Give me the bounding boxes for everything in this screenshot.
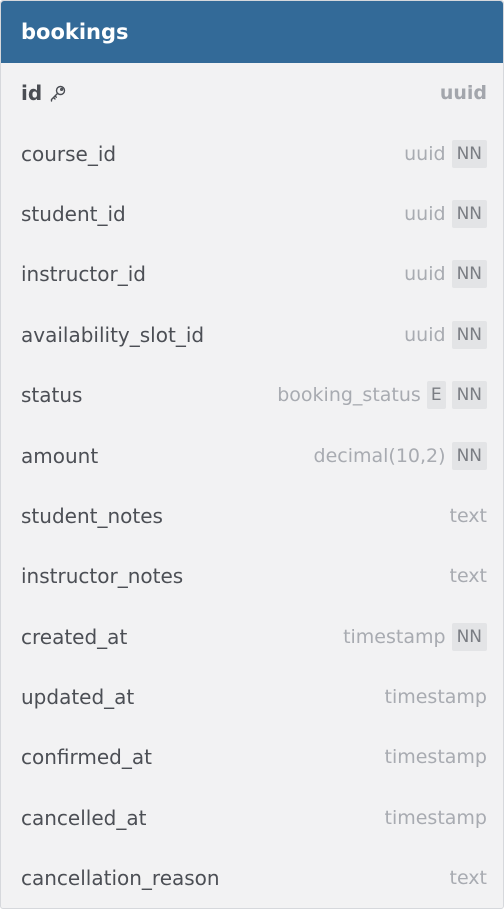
not-null-badge: NN — [451, 139, 487, 168]
column-name: availability_slot_id — [21, 322, 205, 347]
column-type: timestamp — [384, 806, 488, 829]
column-name-cell: amount — [21, 444, 98, 468]
column-name-cell: instructor_notes — [21, 564, 183, 588]
column-row-updated-at[interactable]: updated_at timestamp — [1, 667, 503, 727]
column-row-cancellation-reason[interactable]: cancellation_reason text — [1, 848, 503, 908]
not-null-badge: NN — [451, 622, 487, 651]
not-null-badge: NN — [451, 320, 487, 349]
table-header[interactable]: bookings — [1, 1, 503, 63]
column-meta: timestamp — [385, 686, 488, 708]
column-name: course_id — [21, 141, 117, 166]
column-name-cell: instructor_id — [21, 262, 146, 286]
column-row-instructor-notes[interactable]: instructor_notes text — [1, 546, 503, 606]
column-type: timestamp — [343, 625, 446, 648]
column-meta: uuid NN — [404, 320, 487, 349]
column-name: confirmed_at — [21, 745, 152, 770]
column-type: uuid — [404, 202, 446, 225]
column-type: timestamp — [384, 686, 488, 709]
column-list: id uuid course_id uuid NN student_id uui… — [1, 63, 503, 908]
column-type: decimal(10,2) — [313, 444, 446, 467]
column-name: student_id — [21, 201, 126, 226]
column-meta: timestamp NN — [343, 622, 487, 651]
column-row-student-notes[interactable]: student_notes text — [1, 486, 503, 546]
column-type: booking_status — [277, 384, 421, 407]
column-name-cell: student_notes — [21, 504, 163, 528]
column-type: uuid — [404, 142, 446, 165]
column-meta: timestamp — [385, 746, 488, 768]
column-row-cancelled-at[interactable]: cancelled_at timestamp — [1, 788, 503, 848]
column-type: text — [449, 504, 488, 527]
column-name-cell: id — [21, 81, 68, 105]
column-name: instructor_id — [21, 262, 146, 287]
column-row-amount[interactable]: amount decimal(10,2) NN — [1, 425, 503, 485]
column-row-availability-slot-id[interactable]: availability_slot_id uuid NN — [1, 305, 503, 365]
column-meta: text — [450, 505, 488, 527]
column-type: text — [449, 867, 488, 890]
column-meta: text — [450, 565, 488, 587]
not-null-badge: NN — [451, 381, 487, 410]
column-row-course-id[interactable]: course_id uuid NN — [1, 123, 503, 183]
column-name: updated_at — [21, 685, 135, 710]
column-row-confirmed-at[interactable]: confirmed_at timestamp — [1, 727, 503, 787]
column-name: status — [21, 383, 83, 408]
not-null-badge: NN — [451, 441, 487, 470]
column-name-cell: updated_at — [21, 685, 134, 709]
column-name: student_notes — [21, 503, 163, 528]
column-meta: uuid NN — [404, 199, 487, 228]
column-type: text — [449, 565, 488, 588]
column-name: id — [21, 81, 43, 106]
column-type: uuid — [404, 323, 446, 346]
column-meta: text — [450, 867, 488, 889]
column-name: instructor_notes — [21, 564, 184, 589]
column-row-created-at[interactable]: created_at timestamp NN — [1, 607, 503, 667]
column-name-cell: availability_slot_id — [21, 323, 204, 347]
column-name: cancellation_reason — [21, 866, 220, 891]
column-row-instructor-id[interactable]: instructor_id uuid NN — [1, 244, 503, 304]
column-meta: booking_status E NN — [277, 381, 487, 410]
column-type: uuid — [439, 82, 487, 105]
column-row-status[interactable]: status booking_status E NN — [1, 365, 503, 425]
column-name-cell: student_id — [21, 202, 126, 226]
not-null-badge: NN — [451, 260, 487, 289]
column-name-cell: confirmed_at — [21, 745, 152, 769]
column-type: uuid — [404, 263, 446, 286]
column-meta: uuid NN — [404, 260, 487, 289]
not-null-badge: NN — [451, 199, 487, 228]
column-meta: timestamp — [385, 807, 488, 829]
column-name: cancelled_at — [21, 805, 147, 830]
column-name-cell: created_at — [21, 625, 127, 649]
table-card-bookings[interactable]: bookings id uuid course_id uuid NN stude… — [0, 0, 504, 909]
column-name-cell: status — [21, 383, 82, 407]
column-name-cell: cancellation_reason — [21, 866, 220, 890]
enum-badge: E — [426, 381, 446, 410]
column-meta: uuid NN — [404, 139, 487, 168]
column-name: created_at — [21, 624, 128, 649]
column-name-cell: cancelled_at — [21, 806, 146, 830]
column-meta: uuid — [440, 82, 487, 104]
key-icon — [48, 83, 68, 103]
column-type: timestamp — [384, 746, 488, 769]
column-name: amount — [21, 443, 99, 468]
column-meta: decimal(10,2) NN — [313, 441, 487, 470]
column-row-student-id[interactable]: student_id uuid NN — [1, 184, 503, 244]
column-name-cell: course_id — [21, 142, 116, 166]
column-row-id[interactable]: id uuid — [1, 63, 503, 123]
